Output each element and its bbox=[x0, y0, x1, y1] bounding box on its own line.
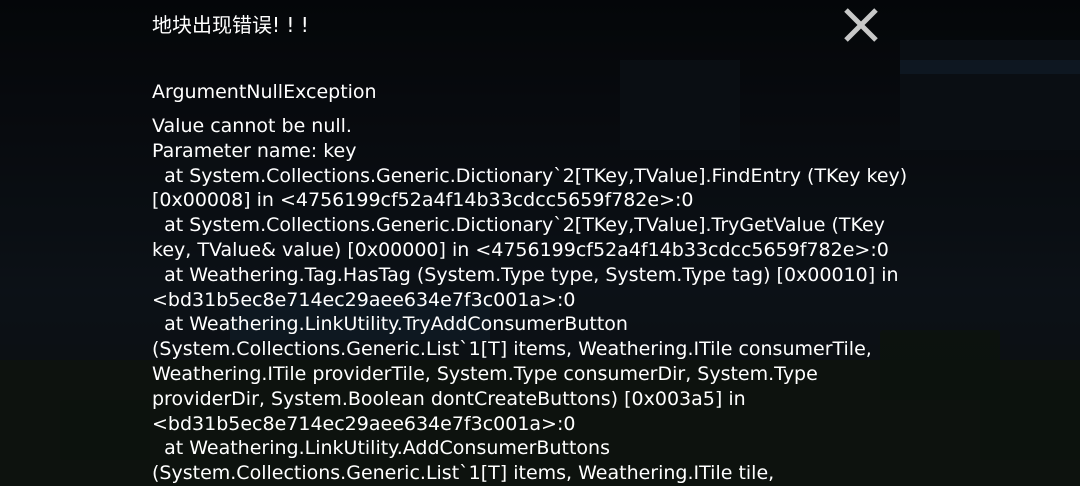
stack-trace-line: at Weathering.LinkUtility.TryAddConsumer… bbox=[152, 313, 628, 336]
stack-trace-line: at Weathering.LinkUtility.AddConsumerBut… bbox=[152, 437, 610, 460]
stack-trace-line: (System.Collections.Generic.List`1[T] it… bbox=[152, 338, 872, 361]
stack-trace-line: [0x00008] in <4756199cf52a4f14b33cdcc565… bbox=[152, 189, 694, 212]
stack-trace-line: Weathering.ITile providerTile, System.Ty… bbox=[152, 362, 818, 385]
close-icon bbox=[844, 8, 878, 42]
stack-trace: Value cannot be null. Parameter name: key… bbox=[152, 114, 932, 486]
close-button[interactable] bbox=[838, 2, 884, 48]
stack-trace-line: Value cannot be null. bbox=[152, 115, 352, 137]
exception-type: ArgumentNullException bbox=[152, 81, 377, 103]
stack-trace-line: at System.Collections.Generic.Dictionary… bbox=[152, 164, 908, 187]
error-dialog: 地块出现错误! ! ! ArgumentNullException Value … bbox=[0, 0, 1080, 486]
error-title: 地块出现错误! ! ! bbox=[152, 13, 309, 37]
stack-trace-line: (System.Collections.Generic.List`1[T] it… bbox=[152, 462, 775, 485]
stack-trace-line: <bd31b5ec8e714ec29aee634e7f3c001a>:0 bbox=[152, 288, 576, 311]
stack-trace-line: Parameter name: key bbox=[152, 139, 357, 162]
stack-trace-line: at Weathering.Tag.HasTag (System.Type ty… bbox=[152, 263, 899, 286]
stack-trace-line: <bd31b5ec8e714ec29aee634e7f3c001a>:0 bbox=[152, 412, 576, 435]
stack-trace-line: at System.Collections.Generic.Dictionary… bbox=[152, 214, 885, 237]
stack-trace-line: key, TValue& value) [0x00000] in <475619… bbox=[152, 238, 889, 261]
stack-trace-line: providerDir, System.Boolean dontCreateBu… bbox=[152, 387, 746, 410]
